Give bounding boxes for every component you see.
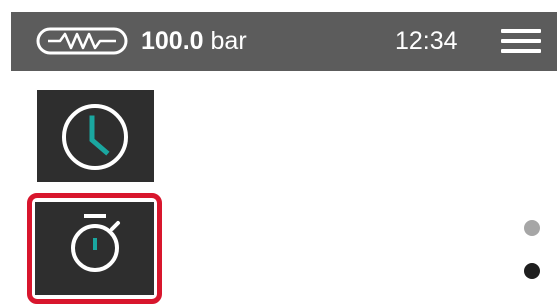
stopwatch-tile-button[interactable] (35, 202, 154, 295)
page-indicator-dot-2-active[interactable] (524, 263, 540, 279)
status-bar: 100.0 bar 12:34 (11, 12, 557, 71)
menu-bar-line (501, 49, 541, 53)
pressure-unit: bar (210, 27, 247, 55)
current-time: 12:34 (395, 27, 458, 55)
menu-bar-line (501, 29, 541, 33)
clock-tile-button[interactable] (37, 90, 154, 182)
pressure-value: 100.0 (141, 27, 204, 55)
stopwatch-icon (71, 214, 120, 272)
pressure-readout: 100.0 bar (141, 26, 247, 56)
clock-icon (62, 104, 128, 170)
page-indicator-dot-1[interactable] (524, 220, 540, 236)
hamburger-menu-icon[interactable] (501, 28, 541, 54)
pressure-sensor-icon (36, 27, 128, 55)
menu-bar-line (501, 39, 541, 43)
